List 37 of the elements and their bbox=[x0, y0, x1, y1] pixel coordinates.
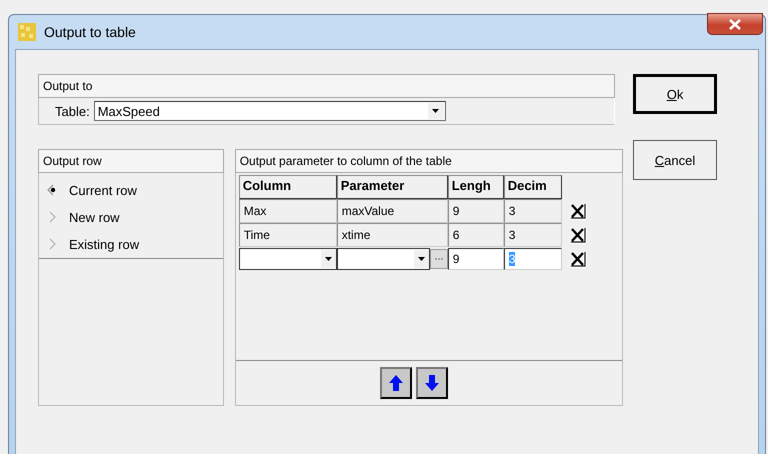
column-header: Parameter bbox=[336, 175, 448, 199]
caret-icon bbox=[432, 109, 440, 113]
radio-option[interactable]: Existing row bbox=[47, 235, 223, 253]
down-arrow-icon bbox=[424, 375, 439, 391]
parameter-dropdown[interactable] bbox=[336, 248, 430, 270]
length-field[interactable]: 9 bbox=[448, 248, 504, 270]
table-cell: xtime bbox=[336, 223, 448, 247]
up-arrow-icon bbox=[388, 375, 403, 391]
close-icon bbox=[729, 18, 741, 30]
caret-icon bbox=[418, 257, 425, 261]
group-title: Output parameter to column of the table bbox=[234, 149, 623, 173]
move-up-button[interactable] bbox=[380, 367, 412, 399]
window-title: Output to table bbox=[44, 24, 136, 40]
column-dropdown[interactable] bbox=[238, 248, 337, 270]
cancel-button[interactable]: Cancel bbox=[633, 140, 717, 180]
table-cell: 6 bbox=[448, 223, 504, 247]
grid-icon bbox=[18, 23, 36, 41]
table-label: Table: bbox=[55, 104, 90, 118]
column-header: Lengh bbox=[448, 175, 504, 199]
table-cell: maxValue bbox=[336, 199, 448, 223]
table-dropdown[interactable]: MaxSpeed bbox=[94, 101, 446, 121]
radio-option[interactable]: Current row bbox=[47, 181, 223, 199]
browse-button[interactable] bbox=[430, 249, 448, 269]
ok-button[interactable]: Ok bbox=[633, 74, 717, 114]
table-cell: 3 bbox=[504, 199, 562, 223]
table-cell: 3 bbox=[504, 223, 562, 247]
move-down-button[interactable] bbox=[416, 367, 448, 399]
column-header: Column bbox=[238, 175, 337, 199]
close-button[interactable] bbox=[707, 13, 763, 35]
caret-icon bbox=[324, 257, 332, 261]
table-cell: Max bbox=[238, 199, 337, 223]
column-header: Decim bbox=[504, 175, 562, 199]
radio-option[interactable]: New row bbox=[47, 208, 223, 226]
group-title: Output to bbox=[38, 74, 615, 98]
table-cell: 9 bbox=[448, 199, 504, 223]
group-title: Output row bbox=[38, 149, 224, 173]
table-cell: Time bbox=[238, 223, 337, 247]
